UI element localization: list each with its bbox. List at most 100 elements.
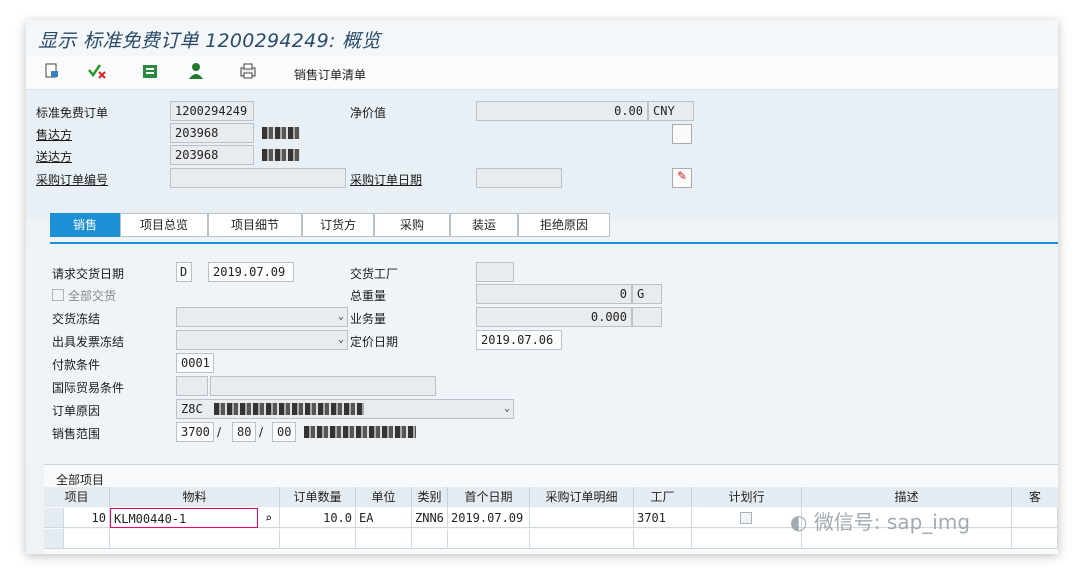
- table-cell-qty[interactable]: [280, 529, 356, 549]
- po-date-label[interactable]: 采购订单日期: [350, 171, 422, 188]
- column-header-category[interactable]: 类别: [412, 487, 448, 507]
- tab-item-detail[interactable]: 项目细节: [208, 213, 302, 237]
- weight-unit-field[interactable]: G: [632, 284, 662, 304]
- document-icon[interactable]: [40, 62, 64, 84]
- material-input[interactable]: KLM00440-1: [110, 508, 258, 528]
- billing-block-dropdown[interactable]: ⌄: [176, 330, 348, 350]
- pricing-date-label: 定价日期: [350, 335, 399, 349]
- tab-rejection-reason[interactable]: 拒绝原因: [518, 213, 610, 237]
- payment-terms-field[interactable]: 0001: [176, 353, 214, 373]
- tab-sales[interactable]: 销售: [50, 213, 120, 237]
- table-cell-item[interactable]: 10: [64, 508, 110, 528]
- column-header-material[interactable]: 物料: [110, 487, 280, 507]
- window-title: 显示 标准免费订单 1200294249: 概览: [38, 30, 381, 52]
- dist-channel-field[interactable]: 80: [232, 422, 256, 442]
- po-number-label[interactable]: 采购订单编号: [36, 171, 108, 188]
- table-cell-first-date[interactable]: [448, 529, 530, 549]
- incoterms-location-field[interactable]: [210, 376, 436, 396]
- currency-field[interactable]: CNY: [648, 101, 694, 121]
- req-delivery-date-field[interactable]: 2019.07.09: [208, 262, 294, 282]
- table-cell-unit[interactable]: [356, 529, 412, 549]
- customer-icon[interactable]: [138, 62, 162, 84]
- table-cell-plant[interactable]: [634, 529, 692, 549]
- table-cell-plant[interactable]: 3701: [634, 508, 692, 528]
- items-table-title: 全部项目: [56, 473, 105, 487]
- chevron-down-icon: ⌄: [337, 334, 344, 345]
- tab-shipping[interactable]: 装运: [450, 213, 518, 237]
- table-cell-schedule-line[interactable]: [692, 529, 802, 549]
- schedule-line-checkbox[interactable]: [740, 512, 752, 524]
- req-delivery-date-label: 请求交货日期: [52, 267, 125, 281]
- order-reason-label: 订单原因: [52, 404, 101, 418]
- delivery-block-label: 交货冻结: [52, 312, 101, 326]
- table-cell-first-date[interactable]: 2019.07.09: [448, 508, 530, 528]
- table-cell-schedule-line[interactable]: [692, 508, 802, 528]
- volume-field[interactable]: 0.000: [476, 307, 632, 327]
- sold-to-field[interactable]: 203968: [170, 123, 254, 143]
- search-icon[interactable]: ⌕: [258, 508, 280, 528]
- po-number-field[interactable]: [170, 168, 346, 188]
- tab-ordering-party[interactable]: 订货方: [302, 213, 374, 237]
- person-icon[interactable]: [184, 62, 208, 84]
- table-cell-po-item[interactable]: [530, 508, 634, 528]
- sales-tab-panel: 请求交货日期 D 2019.07.09 全部交货 交货冻结 ⌄ 出具发票冻结 ⌄…: [26, 244, 1058, 464]
- application-toolbar: 销售订单清单: [26, 56, 1058, 90]
- tab-procurement[interactable]: 采购: [374, 213, 450, 237]
- net-value-field[interactable]: 0.00: [476, 101, 648, 121]
- print-icon[interactable]: [236, 62, 260, 84]
- gross-weight-label: 总重量: [350, 289, 387, 303]
- column-header-schedule-line[interactable]: 计划行: [692, 487, 802, 507]
- ship-to-field[interactable]: 203968: [170, 145, 254, 165]
- table-cell-qty[interactable]: 10.0: [280, 508, 356, 528]
- column-header-unit[interactable]: 单位: [356, 487, 412, 507]
- delivery-block-dropdown[interactable]: ⌄: [176, 307, 348, 327]
- table-cell-material[interactable]: [110, 529, 280, 549]
- table-cell-customer[interactable]: [1012, 508, 1058, 528]
- column-header-customer[interactable]: 客: [1012, 487, 1058, 507]
- tab-item-overview[interactable]: 项目总览: [120, 213, 208, 237]
- table-cell-category[interactable]: [412, 529, 448, 549]
- row-selector[interactable]: [44, 508, 64, 528]
- column-header-plant[interactable]: 工厂: [634, 487, 692, 507]
- ship-to-label[interactable]: 送达方: [36, 148, 72, 165]
- date-type-field[interactable]: D: [176, 262, 192, 282]
- column-header-first-date[interactable]: 首个日期: [448, 487, 530, 507]
- table-cell-item[interactable]: [64, 529, 110, 549]
- watermark-text: 微信号: sap_img: [813, 510, 971, 534]
- row-selector[interactable]: [44, 529, 64, 549]
- sales-org-field[interactable]: 3700: [176, 422, 214, 442]
- complete-delivery-checkbox[interactable]: [52, 289, 64, 301]
- document-icon[interactable]: [672, 124, 692, 144]
- incoterms-label: 国际贸易条件: [52, 381, 125, 395]
- redacted-order-reason-text: [214, 403, 364, 415]
- gross-weight-field[interactable]: 0: [476, 284, 632, 304]
- column-header-order-qty[interactable]: 订单数量: [280, 487, 356, 507]
- plant-field[interactable]: [476, 262, 514, 282]
- volume-unit-field[interactable]: [632, 307, 662, 327]
- doc-number-field[interactable]: 1200294249: [170, 101, 254, 121]
- division-field[interactable]: 00: [272, 422, 296, 442]
- header-section: 标准免费订单 1200294249 净价值 0.00 CNY 售达方 20396…: [26, 90, 1058, 218]
- plant-label: 交货工厂: [350, 267, 399, 281]
- column-header-description[interactable]: 描述: [802, 487, 1012, 507]
- edit-document-icon[interactable]: ✎: [672, 168, 692, 188]
- table-cell-category[interactable]: ZNN6: [412, 508, 448, 528]
- column-header-po-item[interactable]: 采购订单明细: [530, 487, 634, 507]
- table-cell-unit[interactable]: EA: [356, 508, 412, 528]
- complete-delivery-label: 全部交货: [68, 289, 117, 303]
- sales-order-list-button[interactable]: 销售订单清单: [294, 66, 366, 83]
- chevron-down-icon: ⌄: [337, 311, 344, 322]
- incoterms-field[interactable]: [176, 376, 208, 396]
- pricing-date-field[interactable]: 2019.07.06: [476, 330, 562, 350]
- redacted-sales-area-text: [304, 426, 416, 438]
- check-cancel-icon[interactable]: [86, 62, 110, 84]
- billing-block-label: 出具发票冻结: [52, 335, 125, 349]
- sold-to-label[interactable]: 售达方: [36, 126, 72, 143]
- column-header-item[interactable]: 项目: [44, 487, 110, 507]
- sales-area-separator: /: [217, 425, 222, 439]
- chevron-down-icon: ⌄: [503, 403, 510, 414]
- table-cell-po-item[interactable]: [530, 529, 634, 549]
- volume-label: 业务量: [350, 312, 387, 326]
- po-date-field[interactable]: [476, 168, 562, 188]
- table-cell-customer[interactable]: [1012, 529, 1058, 549]
